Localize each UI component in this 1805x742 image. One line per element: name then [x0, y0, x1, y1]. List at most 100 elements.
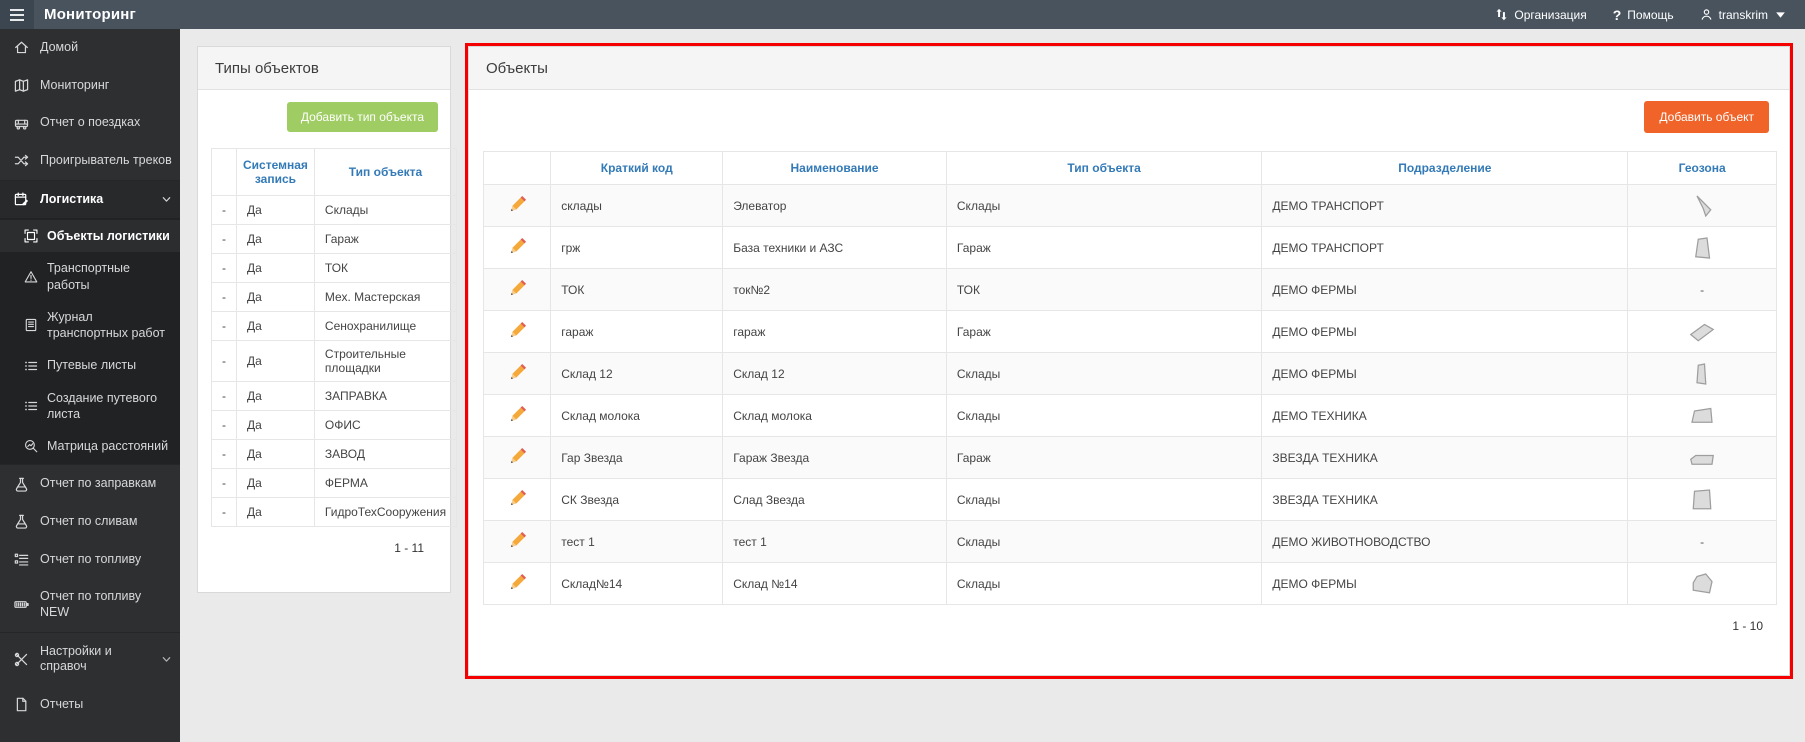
- system-record-value: Да: [236, 497, 315, 527]
- row-dash: -: [211, 311, 237, 341]
- object-type-value: Сенохранилище: [313, 311, 458, 341]
- object-type-value: ОФИС: [313, 410, 458, 440]
- sidebar-item-отчет-по-топливу-new[interactable]: Отчет по топливу NEW: [0, 578, 180, 631]
- sidebar-subitem-матрица-расстояний[interactable]: Матрица расстояний: [0, 430, 180, 462]
- object-code-value: Склад№14: [550, 562, 724, 605]
- system-record-value: Да: [236, 340, 315, 382]
- edit-object-button[interactable]: [508, 363, 527, 382]
- edit-object-button[interactable]: [508, 405, 527, 424]
- journal-icon: [24, 318, 38, 332]
- edit-object-button[interactable]: [508, 573, 527, 592]
- geozone-shape-icon: [1691, 407, 1713, 423]
- sidebar-item-отчет-по-заправкам[interactable]: Отчет по заправкам: [0, 464, 180, 503]
- objects-column-header[interactable]: Подразделение: [1261, 151, 1629, 185]
- organization-menu[interactable]: Организация: [1495, 8, 1587, 22]
- edit-pencil-icon: [510, 489, 526, 505]
- object-type-row: - Да ТОК: [211, 253, 458, 283]
- edit-object-button[interactable]: [508, 447, 527, 466]
- edit-object-button[interactable]: [508, 531, 527, 550]
- objects-column-header[interactable]: Краткий код: [550, 151, 724, 185]
- sidebar-subitem-путевые-листы[interactable]: Путевые листы: [0, 349, 180, 381]
- object-type-value: Строительные площадки: [313, 340, 458, 382]
- objects-table: Краткий код Наименование Тип объекта Подраз…: [482, 151, 1777, 605]
- edit-object-button[interactable]: [508, 237, 527, 256]
- sidebar-item-label: Отчет о поездках: [40, 115, 141, 130]
- edit-pencil-icon: [510, 237, 526, 253]
- car-icon: [14, 116, 29, 131]
- objects-column-header[interactable]: Тип объекта: [945, 151, 1263, 185]
- division-value: ДЕМО ТРАНСПОРТ: [1261, 184, 1629, 227]
- objects-column-header[interactable]: Геозона: [1627, 151, 1777, 185]
- add-object-button[interactable]: Добавить объект: [1644, 101, 1769, 133]
- object-type-value: Гараж: [945, 310, 1263, 353]
- sidebar-subitem-транспортные-работы[interactable]: Транспортные работы: [0, 252, 180, 301]
- geozone-shape-icon: [1692, 572, 1713, 593]
- object-type-value: Склады: [313, 195, 458, 225]
- object-type-value: Склады: [945, 184, 1263, 227]
- sidebar-subitem-label: Создание путевого листа: [47, 390, 158, 421]
- geozone-cell: -: [1627, 520, 1777, 563]
- hamburger-icon: [10, 8, 24, 21]
- object-name-value: Склад №14: [722, 562, 947, 605]
- sidebar-subitem-создание-путевого-листа[interactable]: Создание путевого листа: [0, 382, 180, 431]
- sidebar-item-label: Настройки и справоч: [40, 643, 112, 674]
- row-dash: -: [211, 381, 237, 411]
- user-menu[interactable]: transkrim: [1700, 8, 1787, 22]
- object-row: грж База техники и АЗС Гараж ДЕМО ТРАНСПОРТ: [482, 226, 1777, 269]
- sidebar-item-отчет-по-сливам[interactable]: Отчет по сливам: [0, 503, 180, 541]
- sidebar-item-логистика[interactable]: Логистика: [0, 179, 180, 219]
- object-type-row: - Да Гараж: [211, 224, 458, 254]
- sidebar-subitem-объекты-логистики[interactable]: Объекты логистики: [0, 220, 180, 253]
- sidebar-subitem-label: Матрица расстояний: [47, 439, 169, 454]
- object-types-column-header[interactable]: Системная запись: [236, 148, 315, 196]
- edit-object-button[interactable]: [508, 489, 527, 508]
- sidebar-item-домой[interactable]: Домой: [0, 29, 180, 67]
- row-dash: -: [211, 282, 237, 312]
- geozone-cell: [1627, 436, 1777, 479]
- object-row: тест 1 тест 1 Склады ДЕМО ЖИВОТНОВОДСТВО -: [482, 520, 1777, 563]
- object-code-value: ТОК: [550, 268, 724, 311]
- system-record-value: Да: [236, 381, 315, 411]
- edit-object-button[interactable]: [508, 195, 527, 214]
- sidebar-item-настройки-и-справоч[interactable]: Настройки и справоч: [0, 631, 180, 686]
- object-type-value: Склады: [945, 352, 1263, 395]
- app-title: Мониторинг: [44, 6, 136, 23]
- sidebar-item-отчеты[interactable]: Отчеты: [0, 686, 180, 724]
- sidebar-item-мониторинг[interactable]: Мониторинг: [0, 67, 180, 105]
- edit-object-button[interactable]: [508, 279, 527, 298]
- object-type-value: ГидроТехСооружения: [313, 497, 458, 527]
- geozone-shape-icon: [1690, 454, 1715, 465]
- tools-icon: [14, 652, 29, 667]
- geozone-cell: [1627, 226, 1777, 269]
- sidebar-item-отчет-по-топливу[interactable]: Отчет по топливу: [0, 541, 180, 579]
- add-object-type-button[interactable]: Добавить тип объекта: [286, 102, 438, 132]
- help-menu[interactable]: ? Помощь: [1613, 7, 1674, 23]
- division-value: ЗВЕЗДА ТЕХНИКА: [1261, 478, 1629, 521]
- object-name-value: гараж: [722, 310, 947, 353]
- object-types-table: Системная запись Тип объекта - Да Склады - Да…: [211, 148, 458, 527]
- edit-object-button[interactable]: [508, 321, 527, 340]
- shuffle-icon: [14, 153, 29, 168]
- object-name-value: База техники и АЗС: [722, 226, 947, 269]
- object-code-value: гараж: [550, 310, 724, 353]
- sidebar-subitem-журнал-транспортных-работ[interactable]: Журнал транспортных работ: [0, 301, 180, 350]
- object-type-value: ТОК: [313, 253, 458, 283]
- menu-hamburger-button[interactable]: [0, 0, 34, 29]
- division-value: ДЕМО ЖИВОТНОВОДСТВО: [1261, 520, 1629, 563]
- sidebar: Домой Мониторинг Отчет о поездках Проигрыва…: [0, 29, 180, 742]
- row-dash: -: [211, 497, 237, 527]
- object-name-value: Элеватор: [722, 184, 947, 227]
- system-record-value: Да: [236, 253, 315, 283]
- map-icon: [14, 78, 29, 93]
- division-value: ДЕМО ТРАНСПОРТ: [1261, 226, 1629, 269]
- objects-column-header[interactable]: Наименование: [722, 151, 947, 185]
- object-type-row: - Да Мех. Мастерская: [211, 282, 458, 312]
- object-type-row: - Да ГидроТехСооружения: [211, 497, 458, 527]
- sidebar-item-отчет-о-поездках[interactable]: Отчет о поездках: [0, 104, 180, 142]
- object-types-panel: Типы объектов Добавить тип объекта Систе…: [197, 46, 458, 593]
- sidebar-item-проигрыватель-треков[interactable]: Проигрыватель треков: [0, 142, 180, 180]
- object-type-row: - Да Сенохранилище: [211, 311, 458, 341]
- object-types-column-header[interactable]: Тип объекта: [313, 148, 458, 196]
- search-graph-icon: [24, 439, 38, 453]
- object-name-value: Склад молока: [722, 394, 947, 437]
